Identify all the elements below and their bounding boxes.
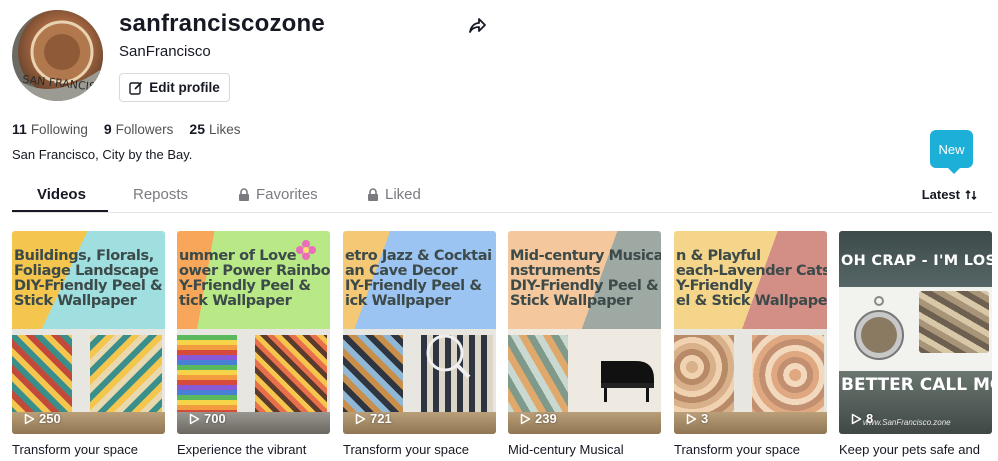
thumbnail-title: Buildings, Florals, Foliage Landscape DI… [14, 249, 163, 309]
following-label: Following [30, 122, 88, 137]
tab-liked[interactable]: Liked [367, 186, 421, 203]
view-count: 239 [520, 411, 557, 426]
flower-icon [296, 240, 316, 260]
lock-icon [368, 188, 378, 201]
avatar[interactable]: SAN FRANCISCO [12, 10, 103, 101]
view-count: 721 [355, 411, 392, 426]
video-thumbnail: Buildings, Florals, Foliage Landscape DI… [12, 231, 165, 434]
piano-icon [601, 361, 654, 402]
following-count: 11 [12, 121, 27, 137]
sort-latest-button[interactable]: Latest [922, 187, 977, 202]
video-thumbnail: OH CRAP - I'M LOST! BETTER CALL MOM www.… [839, 231, 992, 434]
bio: San Francisco, City by the Bay. [12, 147, 193, 162]
profile-stats: 11 Following 9 Followers 25 Likes [12, 121, 241, 137]
magnifier-icon [426, 334, 471, 379]
tab-videos-label: Videos [37, 186, 86, 203]
profile-tabs: Videos Reposts Favorites Liked Latest [12, 180, 992, 213]
video-caption[interactable]: Transform your space [674, 442, 829, 457]
followers-label: Followers [115, 122, 174, 137]
sort-icon [965, 189, 977, 200]
tab-liked-label: Liked [385, 186, 421, 203]
video-caption[interactable]: Transform your space [12, 442, 167, 457]
video-card[interactable]: Buildings, Florals, Foliage Landscape DI… [12, 231, 165, 457]
avatar-image: SAN FRANCISCO [12, 10, 103, 101]
followers-count: 9 [103, 121, 112, 137]
new-badge: New [930, 130, 973, 174]
video-card[interactable]: ummer of Love ower Power Rainbo Y-Friend… [177, 231, 330, 457]
view-count: 700 [189, 411, 226, 426]
thumbnail-photos [839, 287, 992, 377]
view-count-label: 250 [39, 411, 61, 426]
video-thumbnail: n & Playful each-Lavender Cats Y-Friendl… [674, 231, 827, 434]
edit-icon [129, 81, 143, 95]
following-stat[interactable]: 11 Following [12, 121, 88, 137]
lock-icon [239, 188, 249, 201]
play-icon [24, 413, 35, 424]
likes-stat: 25 Likes [189, 121, 240, 137]
thumbnail-url: www.SanFrancisco.zone [863, 418, 951, 427]
thumbnail-title: etro Jazz & Cocktai an Cave Decor IY-Fri… [345, 249, 492, 309]
video-caption[interactable]: Experience the vibrant [177, 442, 332, 457]
edit-profile-label: Edit profile [149, 80, 220, 95]
play-icon [686, 413, 697, 424]
video-thumbnail: ummer of Love ower Power Rainbo Y-Friend… [177, 231, 330, 434]
play-icon [355, 413, 366, 424]
edit-profile-button[interactable]: Edit profile [119, 73, 230, 102]
play-icon [851, 413, 862, 424]
sort-label: Latest [921, 187, 960, 202]
followers-stat[interactable]: 9 Followers [104, 121, 174, 137]
nickname: SanFrancisco [119, 43, 211, 60]
video-caption[interactable]: Transform your space [343, 442, 498, 457]
tab-reposts[interactable]: Reposts [133, 186, 188, 203]
view-count-label: 239 [535, 411, 557, 426]
likes-count: 25 [189, 121, 205, 137]
video-card[interactable]: etro Jazz & Cocktai an Cave Decor IY-Fri… [343, 231, 496, 457]
video-caption[interactable]: Mid-century Musical [508, 442, 663, 457]
view-count-label: 8 [866, 411, 874, 426]
play-icon [189, 413, 200, 424]
active-tab-indicator [12, 210, 108, 212]
thumbnail-top-text: OH CRAP - I'M LOST! [839, 231, 992, 287]
view-count-label: 700 [204, 411, 226, 426]
thumbnail-title: n & Playful each-Lavender Cats Y-Friendl… [676, 249, 827, 309]
view-count-label: 721 [370, 411, 392, 426]
thumbnail-title: Mid-century Musical nstruments DIY-Frien… [510, 249, 661, 309]
video-thumbnail: etro Jazz & Cocktai an Cave Decor IY-Fri… [343, 231, 496, 434]
pet-tag-icon [854, 296, 904, 360]
video-card[interactable]: n & Playful each-Lavender Cats Y-Friendl… [674, 231, 827, 457]
view-count: 8 [851, 411, 873, 426]
tab-favorites[interactable]: Favorites [238, 186, 318, 203]
view-count-label: 3 [701, 411, 709, 426]
video-card[interactable]: OH CRAP - I'M LOST! BETTER CALL MOM www.… [839, 231, 992, 457]
tab-videos[interactable]: Videos [37, 186, 86, 203]
tab-favorites-label: Favorites [256, 186, 318, 203]
video-caption[interactable]: Keep your pets safe and [839, 442, 994, 457]
share-icon[interactable] [467, 16, 487, 36]
video-thumbnail: Mid-century Musical nstruments DIY-Frien… [508, 231, 661, 434]
username: sanfranciscozone [119, 10, 325, 37]
view-count: 3 [686, 411, 708, 426]
tab-reposts-label: Reposts [133, 186, 189, 203]
video-card[interactable]: Mid-century Musical nstruments DIY-Frien… [508, 231, 661, 457]
play-icon [520, 413, 531, 424]
view-count: 250 [24, 411, 61, 426]
likes-label: Likes [208, 122, 241, 137]
